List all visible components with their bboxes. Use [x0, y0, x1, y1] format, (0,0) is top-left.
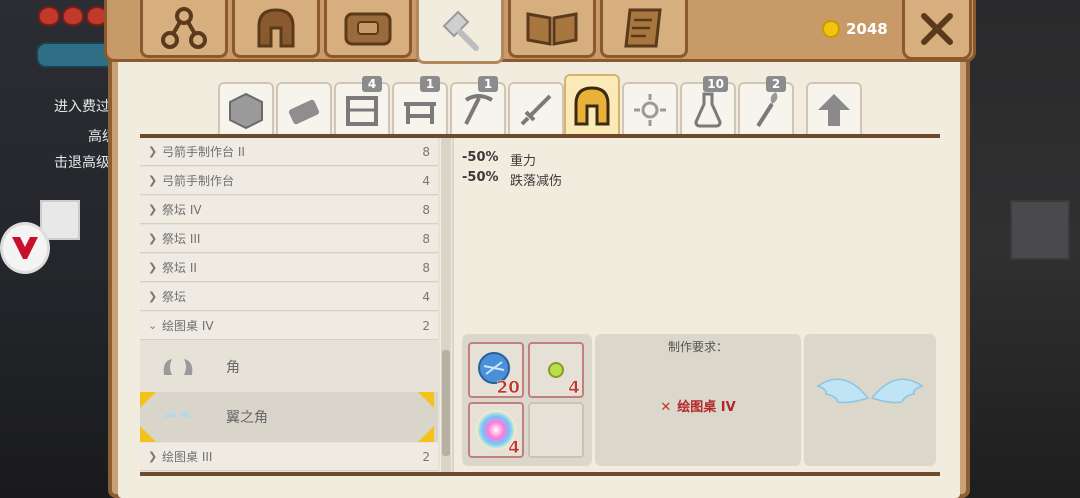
- horns-icon: [163, 359, 193, 375]
- crafting-hammer-icon: [442, 10, 479, 51]
- panel-divider: [452, 138, 454, 472]
- book-icon: [526, 11, 578, 46]
- scroll-icon: [624, 8, 662, 47]
- recipe-item-horns[interactable]: 角: [140, 342, 438, 392]
- required-station: ✕ 绘图桌 IV: [660, 400, 736, 415]
- helmet-icon: [574, 86, 610, 126]
- overlay-logo[interactable]: [0, 222, 50, 274]
- tab-badge: 4: [362, 76, 382, 92]
- selection-corner: [140, 392, 156, 408]
- list-item[interactable]: ❯ 绘图桌 III 2: [140, 443, 438, 471]
- category-tab-tables[interactable]: 1: [392, 76, 448, 136]
- hud-line: 击退高级: [54, 155, 110, 171]
- backpack-icon: [344, 12, 392, 45]
- recipe-list[interactable]: ❯ 弓箭手制作台 II 8 ❯ 弓箭手制作台 4 ❯ 祭坛 IV 8 ❯ 祭坛 …: [140, 138, 440, 472]
- chevron-right-icon: ❯: [148, 450, 158, 463]
- list-item[interactable]: ❯ 祭坛 IV 8: [140, 196, 438, 224]
- potion-icon: [694, 92, 722, 128]
- category-tab-weapons[interactable]: [508, 82, 564, 136]
- craft-result-preview[interactable]: [804, 334, 936, 466]
- list-item[interactable]: ❯ 祭坛 II 8: [140, 254, 438, 282]
- materials-icon: [288, 99, 320, 125]
- ingredient-slot-empty[interactable]: [528, 402, 584, 458]
- category-tab-furniture[interactable]: 4: [334, 76, 390, 136]
- chevron-right-icon: ❯: [148, 174, 158, 187]
- logo-mark-icon: [12, 237, 38, 259]
- ingredient-slot[interactable]: 4: [468, 402, 524, 458]
- craft-requirements: 制作要求： ✕ 绘图桌 IV: [595, 334, 801, 466]
- recipe-item-label: 角: [226, 360, 240, 376]
- stat-line: -50% 跌落减伤: [462, 170, 563, 189]
- ingredient-quantity: 4: [568, 378, 580, 399]
- category-tab-magic[interactable]: [622, 82, 678, 136]
- tab-badge: 2: [766, 76, 786, 92]
- list-scroll-thumb[interactable]: [442, 350, 450, 456]
- hud-line: 进入费过: [54, 99, 110, 115]
- ingredient-slot[interactable]: 4: [528, 342, 584, 398]
- coin-counter: 2048: [822, 20, 888, 38]
- panel-bottom-line: [140, 472, 940, 476]
- recipe-item-winged-horns[interactable]: 翼之角: [140, 392, 438, 442]
- list-item[interactable]: ❯ 弓箭手制作台 4: [140, 167, 438, 195]
- selection-corner: [418, 392, 434, 408]
- chevron-right-icon: ❯: [148, 290, 158, 303]
- chevron-right-icon: ❯: [148, 261, 158, 274]
- ingredient-quantity: 20: [496, 378, 520, 399]
- list-item-expanded[interactable]: ⌄ 绘图桌 IV 2: [140, 312, 438, 340]
- table-icon: [404, 102, 436, 124]
- category-tab-upgrade[interactable]: [806, 82, 862, 136]
- list-item[interactable]: ❯ 祭坛 4: [140, 283, 438, 311]
- tab-crafting[interactable]: [416, 0, 504, 64]
- background-block: [1010, 200, 1070, 260]
- ingredient-slot[interactable]: 20: [468, 342, 524, 398]
- tab-badge: 1: [420, 76, 440, 92]
- close-button[interactable]: [902, 0, 972, 60]
- torch-icon: [756, 92, 778, 128]
- furniture-icon: [346, 96, 378, 126]
- tech-tree-icon: [161, 6, 207, 49]
- heart-icon: [62, 6, 84, 26]
- chevron-right-icon: ❯: [148, 203, 158, 216]
- category-tab-blocks[interactable]: [218, 82, 274, 136]
- coin-amount: 2048: [846, 20, 888, 38]
- chevron-down-icon: ⌄: [148, 319, 158, 332]
- chevron-right-icon: ❯: [148, 232, 158, 245]
- category-tab-tools[interactable]: 1: [450, 76, 506, 136]
- tab-equipment[interactable]: [232, 0, 320, 58]
- tab-tech-tree[interactable]: [140, 0, 228, 58]
- winged-horns-icon: [162, 412, 194, 419]
- category-tab-materials[interactable]: [276, 82, 332, 136]
- recipe-item-label: 翼之角: [226, 410, 268, 426]
- category-tab-potions[interactable]: 10: [680, 76, 736, 136]
- close-icon: [921, 12, 953, 45]
- list-item[interactable]: ❯ 祭坛 III 8: [140, 225, 438, 253]
- heart-icon: [38, 6, 60, 26]
- sparkle-icon: [634, 94, 666, 126]
- helmet-icon: [257, 7, 295, 47]
- wings-icon: [816, 378, 924, 404]
- tab-backpack[interactable]: [324, 0, 412, 58]
- category-tab-armor[interactable]: [564, 74, 620, 136]
- tab-badge: 1: [478, 76, 498, 92]
- tab-quests[interactable]: [600, 0, 688, 58]
- selection-corner: [418, 426, 434, 442]
- pickaxe-icon: [464, 94, 493, 125]
- chevron-right-icon: ❯: [148, 145, 158, 158]
- upgrade-arrow-icon: [818, 94, 850, 126]
- gold-coin-icon: [822, 20, 840, 38]
- sword-icon: [520, 94, 552, 126]
- stat-line: -50% 重力: [462, 150, 537, 169]
- cross-icon: ✕: [660, 400, 672, 415]
- requirements-title: 制作要求：: [667, 340, 728, 354]
- list-item[interactable]: ❯ 弓箭手制作台 II 8: [140, 138, 438, 166]
- ingredient-quantity: 4: [508, 438, 520, 459]
- ingredient-slots: 20 4 4: [462, 334, 592, 466]
- tab-badge: 10: [703, 76, 728, 92]
- selection-corner: [140, 426, 156, 442]
- category-tab-torches[interactable]: 2: [738, 76, 794, 136]
- block-icon: [229, 92, 263, 130]
- tab-book[interactable]: [508, 0, 596, 58]
